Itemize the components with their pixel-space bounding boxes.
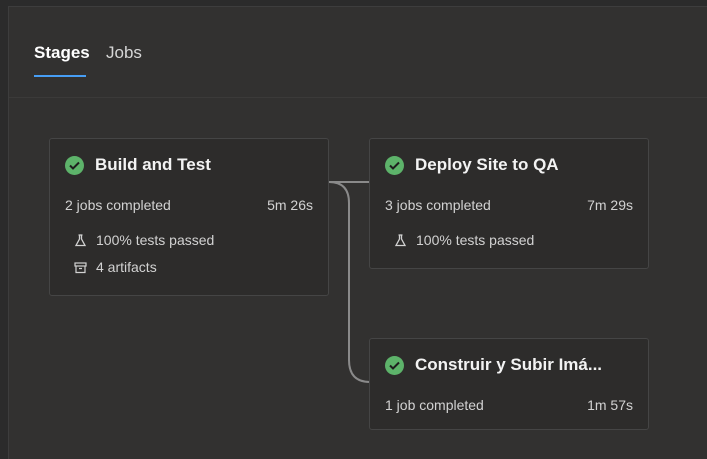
artifacts-text: 4 artifacts bbox=[96, 259, 157, 275]
stage-title: Construir y Subir Imá... bbox=[415, 355, 603, 374]
jobs-completed-text: 3 jobs completed bbox=[385, 197, 491, 213]
stage-summary-row: 1 job completed 1m 57s bbox=[385, 397, 633, 413]
stage-header: Construir y Subir Imá... bbox=[385, 355, 602, 375]
stage-duration: 5m 26s bbox=[267, 197, 313, 213]
stage-summary-row: 2 jobs completed 5m 26s bbox=[65, 197, 313, 213]
connector-build-to-construir bbox=[328, 181, 371, 383]
tab-bar: Stages Jobs bbox=[9, 7, 707, 98]
stages-canvas: Build and Test 2 jobs completed 5m 26s 1… bbox=[9, 98, 707, 459]
tests-passed-text: 100% tests passed bbox=[416, 232, 535, 248]
stage-card-construir-y-subir[interactable]: Construir y Subir Imá... 1 job completed… bbox=[369, 338, 649, 430]
stage-header: Deploy Site to QA bbox=[385, 155, 559, 175]
jobs-completed-text: 2 jobs completed bbox=[65, 197, 171, 213]
stage-header: Build and Test bbox=[65, 155, 211, 175]
active-tab-indicator bbox=[34, 75, 86, 77]
tab-stages[interactable]: Stages bbox=[34, 43, 90, 63]
stage-title: Build and Test bbox=[95, 155, 211, 174]
stage-card-build-and-test[interactable]: Build and Test 2 jobs completed 5m 26s 1… bbox=[49, 138, 329, 296]
stage-duration: 7m 29s bbox=[587, 197, 633, 213]
check-circle-icon bbox=[385, 355, 404, 375]
tests-passed-row[interactable]: 100% tests passed bbox=[394, 232, 534, 248]
jobs-completed-text: 1 job completed bbox=[385, 397, 484, 413]
check-circle-icon bbox=[385, 155, 404, 175]
stage-card-deploy-site-to-qa[interactable]: Deploy Site to QA 3 jobs completed 7m 29… bbox=[369, 138, 649, 269]
flask-icon bbox=[74, 233, 87, 247]
artifacts-row[interactable]: 4 artifacts bbox=[74, 259, 157, 275]
stage-summary-row: 3 jobs completed 7m 29s bbox=[385, 197, 633, 213]
tests-passed-text: 100% tests passed bbox=[96, 232, 215, 248]
archive-icon bbox=[74, 261, 87, 274]
tab-jobs[interactable]: Jobs bbox=[106, 43, 142, 63]
check-circle-icon bbox=[65, 155, 84, 175]
stage-duration: 1m 57s bbox=[587, 397, 633, 413]
flask-icon bbox=[394, 233, 407, 247]
stage-title: Deploy Site to QA bbox=[415, 155, 559, 174]
pipeline-run-panel: Stages Jobs Build and Test 2 jobs comple… bbox=[8, 6, 707, 459]
tests-passed-row[interactable]: 100% tests passed bbox=[74, 232, 214, 248]
